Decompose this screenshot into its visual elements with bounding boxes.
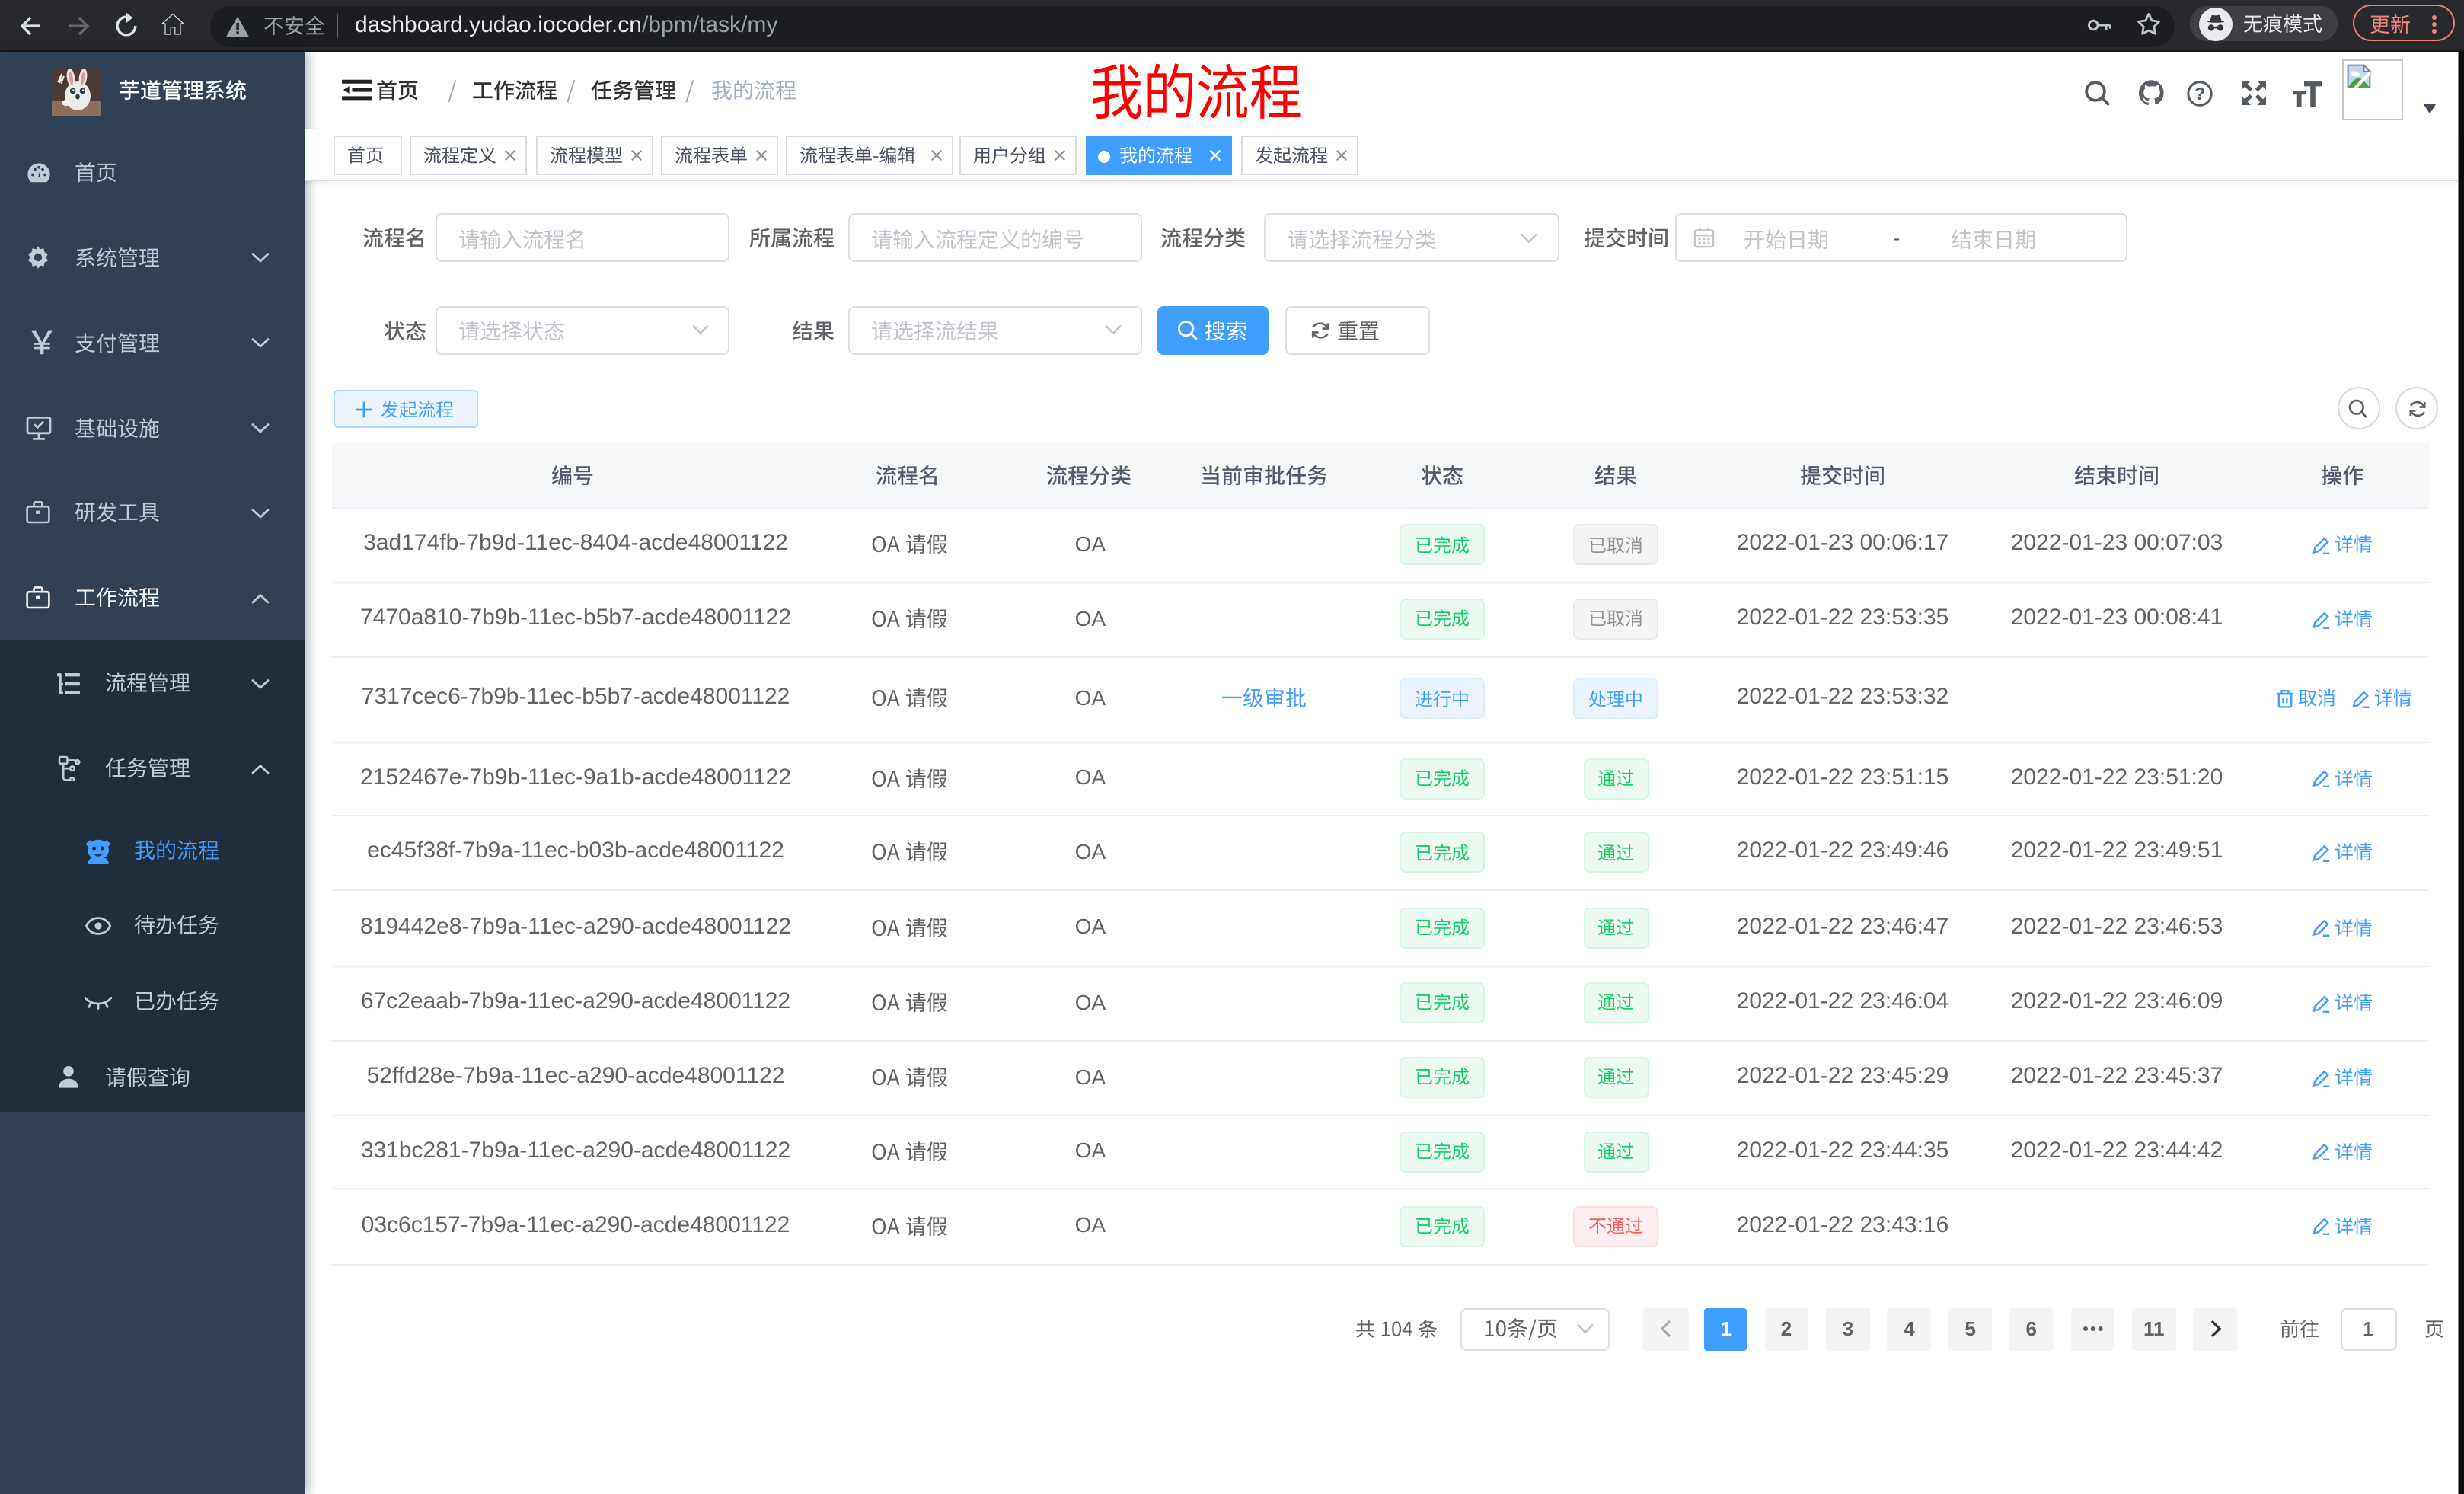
svg-text:?: ? bbox=[2194, 83, 2205, 103]
